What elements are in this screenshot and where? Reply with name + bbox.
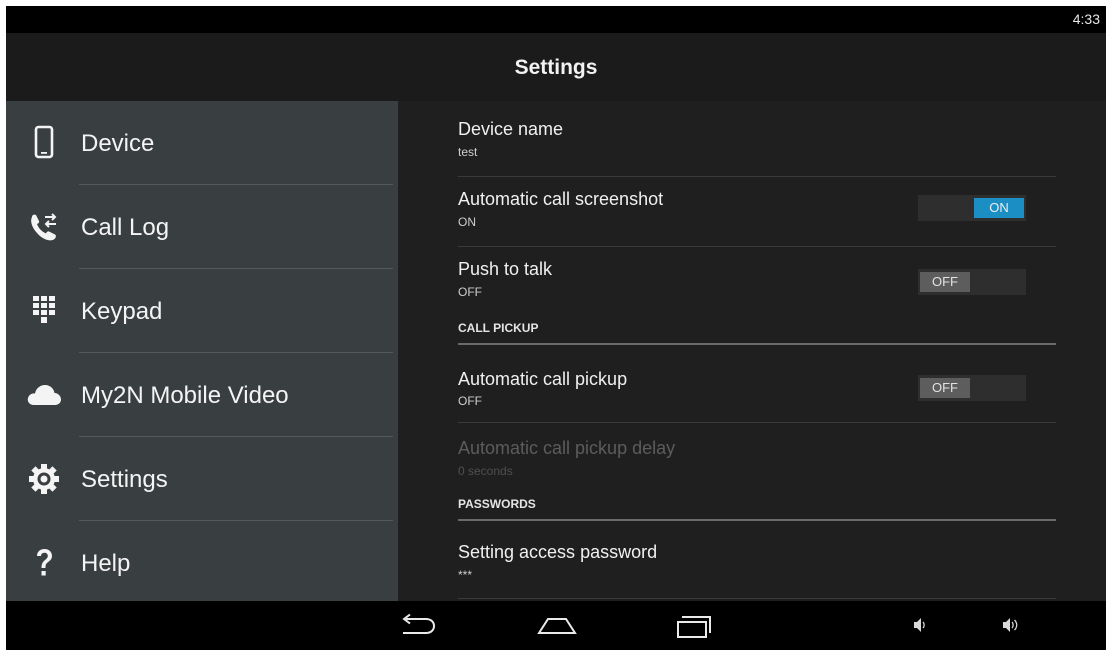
phone-icon bbox=[34, 125, 54, 159]
status-bar: 4:33 bbox=[6, 6, 1106, 33]
pref-title: Push to talk bbox=[458, 259, 553, 279]
sidebar-item-device[interactable]: Device bbox=[6, 101, 398, 185]
volume-down-icon[interactable] bbox=[910, 615, 930, 635]
sidebar-item-label: Call Log bbox=[81, 214, 170, 241]
pref-summary: 0 seconds bbox=[458, 464, 513, 478]
settings-list: Device name test Automatic call screensh… bbox=[398, 101, 1106, 601]
category-passwords: PASSWORDS bbox=[458, 493, 1056, 521]
action-bar: Settings bbox=[6, 33, 1106, 101]
gear-icon bbox=[29, 464, 59, 494]
sidebar-item-label: Device bbox=[81, 130, 155, 157]
pref-title: Automatic call screenshot bbox=[458, 189, 664, 209]
sidebar-item-settings[interactable]: Settings bbox=[6, 437, 398, 521]
pref-auto-pickup-delay: Automatic call pickup delay 0 seconds bbox=[458, 423, 1056, 493]
system-nav-bar bbox=[6, 601, 1106, 650]
pref-device-name[interactable]: Device name test bbox=[458, 101, 1056, 177]
sidebar-item-label: Settings bbox=[81, 466, 168, 493]
home-icon[interactable] bbox=[536, 613, 578, 639]
question-icon bbox=[37, 549, 52, 576]
recents-icon[interactable] bbox=[674, 611, 714, 641]
toggle-knob: ON bbox=[974, 198, 1024, 218]
sidebar-item-label: Keypad bbox=[81, 298, 163, 325]
sidebar-item-help[interactable]: Help bbox=[6, 521, 398, 605]
auto-screenshot-toggle[interactable]: ON bbox=[918, 195, 1026, 221]
pref-auto-pickup[interactable]: Automatic call pickup OFF OFF bbox=[458, 345, 1056, 423]
status-clock: 4:33 bbox=[1072, 11, 1100, 27]
pref-summary: *** bbox=[458, 568, 473, 582]
sidebar-item-my2n[interactable]: My2N Mobile Video bbox=[6, 353, 398, 437]
pref-push-to-talk[interactable]: Push to talk OFF OFF bbox=[458, 247, 1056, 317]
page-title: Settings bbox=[514, 56, 598, 79]
cloud-icon bbox=[27, 385, 61, 405]
pref-title: Setting access password bbox=[458, 542, 658, 562]
volume-up-icon[interactable] bbox=[1000, 615, 1024, 635]
auto-pickup-toggle[interactable]: OFF bbox=[918, 375, 1026, 401]
pref-summary: test bbox=[458, 145, 478, 159]
sidebar-item-label: Help bbox=[81, 550, 131, 577]
pref-auto-screenshot[interactable]: Automatic call screenshot ON ON bbox=[458, 177, 1056, 247]
sidebar-item-keypad[interactable]: Keypad bbox=[6, 269, 398, 353]
category-title: PASSWORDS bbox=[458, 497, 536, 511]
push-to-talk-toggle[interactable]: OFF bbox=[918, 269, 1026, 295]
keypad-icon bbox=[33, 296, 55, 323]
pref-title: Automatic call pickup bbox=[458, 369, 628, 389]
call-log-icon bbox=[31, 213, 57, 241]
sidebar-item-label: My2N Mobile Video bbox=[81, 382, 289, 409]
pref-access-password[interactable]: Setting access password *** bbox=[458, 521, 1056, 601]
category-call-pickup: CALL PICKUP bbox=[458, 317, 1056, 345]
category-title: CALL PICKUP bbox=[458, 321, 539, 335]
pref-title: Automatic call pickup delay bbox=[458, 438, 676, 458]
pref-summary: OFF bbox=[458, 394, 482, 408]
pref-summary: ON bbox=[458, 215, 476, 229]
screen: 4:33 Settings Device Call Log Keypad My2… bbox=[6, 6, 1106, 650]
pref-summary: OFF bbox=[458, 285, 482, 299]
back-icon[interactable] bbox=[398, 613, 438, 639]
sidebar-item-call-log[interactable]: Call Log bbox=[6, 185, 398, 269]
divider bbox=[458, 598, 1056, 599]
toggle-knob: OFF bbox=[920, 378, 970, 398]
toggle-knob: OFF bbox=[920, 272, 970, 292]
sidebar: Device Call Log Keypad My2N Mobile Video… bbox=[6, 101, 398, 601]
pref-title: Device name bbox=[458, 119, 564, 139]
